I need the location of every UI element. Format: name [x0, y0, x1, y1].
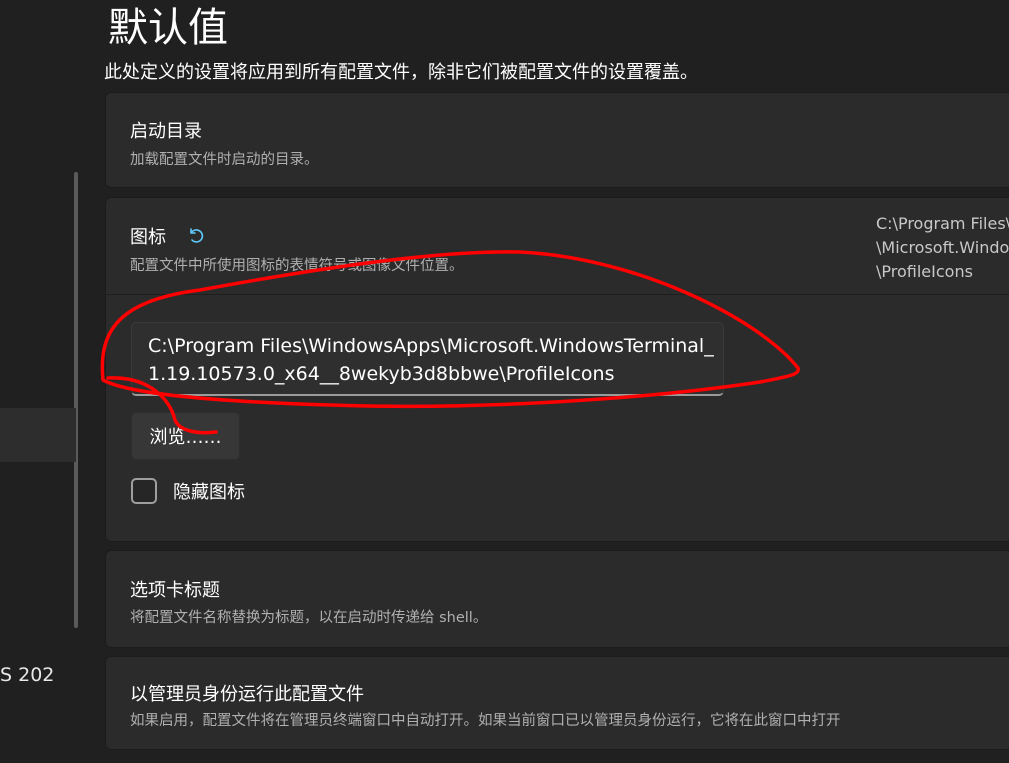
page-description: 此处定义的设置将应用到所有配置文件，除非它们被配置文件的设置覆盖。 — [104, 62, 698, 83]
setting-card-tab-title[interactable]: 选项卡标题 将配置文件名称替换为标题，以在启动时传递给 shell。 — [105, 550, 1009, 648]
nav-scrollbar[interactable] — [74, 172, 78, 628]
setting-title: 启动目录 — [130, 121, 202, 142]
setting-title: 图标 — [130, 227, 166, 248]
nav-item-partial[interactable]: S 202 — [0, 664, 54, 686]
summary-line: \ProfileIcons — [876, 262, 973, 281]
browse-button[interactable]: 浏览…… — [131, 412, 240, 460]
setting-description: 加载配置文件时启动的目录。 — [130, 152, 319, 168]
page-title: 默认值 — [108, 5, 228, 51]
icon-path-input[interactable]: C:\Program Files\WindowsApps\Microsoft.W… — [131, 322, 724, 396]
setting-card-icon[interactable]: 图标 配置文件中所使用图标的表情符号或图像文件位置。 C:\Program Fi… — [105, 197, 1009, 542]
setting-description: 将配置文件名称替换为标题，以在启动时传递给 shell。 — [130, 610, 488, 626]
setting-card-starting-directory[interactable]: 启动目录 加载配置文件时启动的目录。 — [105, 92, 1009, 188]
divider — [106, 294, 1009, 295]
nav-selected-item[interactable] — [0, 408, 76, 462]
setting-description: 配置文件中所使用图标的表情符号或图像文件位置。 — [130, 258, 464, 274]
setting-title: 以管理员身份运行此配置文件 — [130, 684, 364, 705]
settings-page: S 202 默认值 此处定义的设置将应用到所有配置文件，除非它们被配置文件的设置… — [0, 0, 1009, 763]
summary-line: C:\Program Files\ — [876, 214, 1009, 233]
reset-icon[interactable] — [186, 225, 206, 245]
icon-path-summary: C:\Program Files\ \Microsoft.Windo \Prof… — [876, 212, 1009, 284]
hide-icon-checkbox-row[interactable]: 隐藏图标 — [131, 478, 245, 504]
setting-card-run-as-admin[interactable]: 以管理员身份运行此配置文件 如果启用，配置文件将在管理员终端窗口中自动打开。如果… — [105, 656, 1009, 750]
setting-description: 如果启用，配置文件将在管理员终端窗口中自动打开。如果当前窗口已以管理员身份运行，… — [130, 713, 841, 729]
setting-title: 选项卡标题 — [130, 580, 220, 601]
hide-icon-checkbox[interactable] — [131, 478, 157, 504]
summary-line: \Microsoft.Windo — [876, 238, 1009, 257]
hide-icon-label: 隐藏图标 — [173, 482, 245, 503]
